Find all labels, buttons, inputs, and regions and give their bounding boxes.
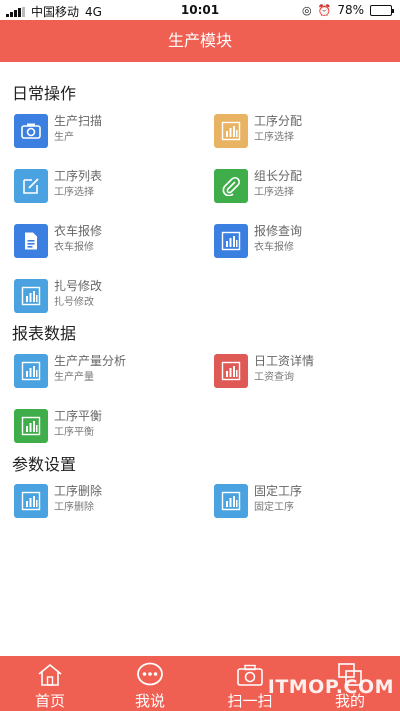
section-title-reports: 报表数据 [12,324,77,343]
bar-chart-icon [214,354,248,388]
menu-item-title: 固定工序 [254,484,303,498]
edit-icon [14,169,48,203]
camera-icon [237,664,263,686]
menu-item-subtitle: 工序删除 [54,502,94,513]
battery-percent: 78% [337,3,364,17]
menu-item-subtitle: 工序选择 [254,187,294,198]
menu-item-title: 工序平衡 [54,409,103,423]
menu-item-subtitle: 衣车报修 [54,242,94,253]
menu-item-subtitle: 工序选择 [54,187,94,198]
bar-chart-icon [14,279,48,313]
menu-item-subtitle: 工序平衡 [54,427,94,438]
page-header: 生产模块 [0,20,400,62]
menu-item-repair-query[interactable]: 报修查询 衣车报修 [214,222,394,262]
menu-item-process-balance[interactable]: 工序平衡 工序平衡 [14,407,194,447]
menu-item-leader-assign[interactable]: 组长分配 工序选择 [214,167,394,207]
paperclip-icon [214,169,248,203]
menu-item-title: 扎号修改 [54,279,103,293]
menu-item-title: 报修查询 [254,224,303,238]
menu-item-title: 工序列表 [54,169,103,183]
menu-item-machine-repair[interactable]: 衣车报修 衣车报修 [14,222,194,262]
chat-bubble-icon [137,662,163,686]
menu-item-fixed-process[interactable]: 固定工序 固定工序 [214,482,394,522]
page-title: 生产模块 [167,31,232,50]
tab-chat[interactable]: 我说 [100,656,200,711]
section-title-params: 参数设置 [12,455,77,474]
menu-item-process-assign[interactable]: 工序分配 工序选择 [214,112,394,152]
menu-item-title: 工序删除 [54,484,103,498]
home-icon [38,663,62,686]
menu-item-subtitle: 生产产量 [54,372,94,383]
menu-item-production-scan[interactable]: 生产扫描 生产 [14,112,194,152]
orientation-lock-icon: ◎ [302,3,312,17]
menu-item-daily-wage[interactable]: 日工资详情 工资查询 [214,352,394,392]
bar-chart-icon [14,354,48,388]
status-bar: 中国移动 4G 10:01 ◎ ⏰ 78% [0,0,400,20]
menu-item-title: 衣车报修 [54,224,103,238]
alarm-icon: ⏰ [317,3,332,17]
tab-home[interactable]: 首页 [0,656,100,711]
watermark: ITMOP.COM [267,676,394,698]
menu-item-title: 生产产量分析 [54,354,127,368]
menu-item-title: 工序分配 [254,114,303,128]
menu-item-title: 日工资详情 [254,354,315,368]
menu-item-title: 组长分配 [254,169,303,183]
menu-item-output-analysis[interactable]: 生产产量分析 生产产量 [14,352,194,392]
menu-item-process-list[interactable]: 工序列表 工序选择 [14,167,194,207]
bar-chart-icon [214,114,248,148]
main-content: 日常操作 生产扫描 生产 工序分配 工序选择 工序列表 工序选择 组长分配 工序… [0,62,400,656]
section-title-daily: 日常操作 [12,84,77,103]
bar-chart-icon [14,484,48,518]
bar-chart-icon [14,409,48,443]
camera-icon [14,114,48,148]
menu-item-subtitle: 扎号修改 [54,297,94,308]
menu-item-subtitle: 衣车报修 [254,242,294,253]
document-icon [14,224,48,258]
bar-chart-icon [214,484,248,518]
battery-icon [370,4,394,16]
menu-item-process-delete[interactable]: 工序删除 工序删除 [14,482,194,522]
bar-chart-icon [214,224,248,258]
tab-label: 首页 [34,692,65,710]
tab-label: 我说 [134,692,165,710]
status-right: ◎ ⏰ 78% [302,3,394,17]
menu-item-title: 生产扫描 [54,114,103,128]
menu-item-subtitle: 工资查询 [254,372,294,383]
menu-item-tag-modify[interactable]: 扎号修改 扎号修改 [14,277,194,317]
menu-item-subtitle: 固定工序 [254,502,294,513]
menu-item-subtitle: 生产 [54,132,74,143]
menu-item-subtitle: 工序选择 [254,132,294,143]
